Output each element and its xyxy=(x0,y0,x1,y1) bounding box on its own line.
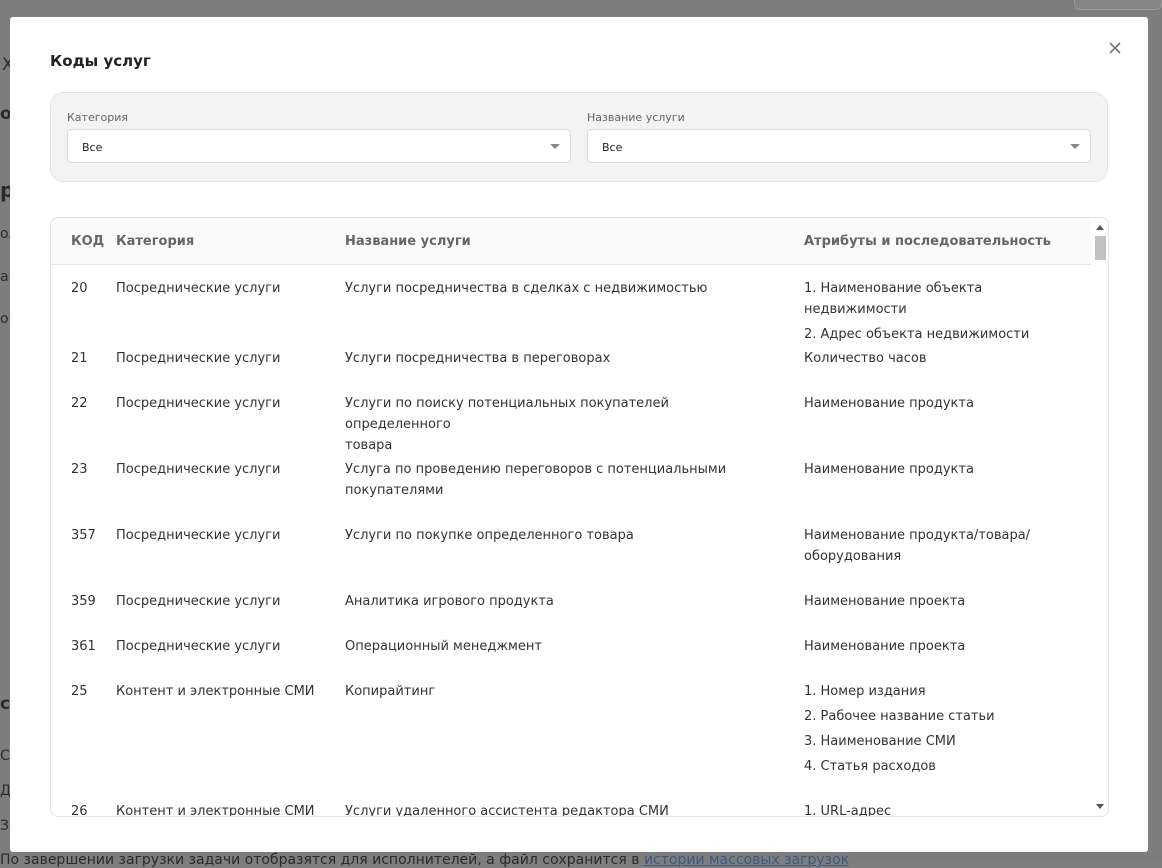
column-header-service-name[interactable]: Название услуги xyxy=(345,234,471,249)
background-footer: По завершении загрузки задачи отобразятс… xyxy=(0,852,849,868)
service-category: Контент и электронные СМИ xyxy=(116,804,315,816)
service-name-line: товара xyxy=(345,438,393,453)
service-category: Контент и электронные СМИ xyxy=(116,684,315,699)
service-name-line: покупателями xyxy=(345,483,444,498)
service-codes-table: КОД Категория Название услуги Атрибуты и… xyxy=(50,217,1109,817)
service-name-select-value: Все xyxy=(602,141,623,154)
attribute-item: оборудования xyxy=(804,549,902,564)
chevron-down-icon xyxy=(550,144,560,149)
service-name: Услуги посредничества в переговорах xyxy=(345,348,775,369)
attribute-item: 4. Статья расходов xyxy=(804,759,936,774)
scroll-up-arrow-icon[interactable] xyxy=(1096,225,1104,230)
service-attributes: Наименование продукта xyxy=(804,459,1089,480)
service-code: 22 xyxy=(71,396,88,411)
filter-panel: Категория Все Название услуги Все xyxy=(50,92,1108,182)
category-select[interactable]: Все xyxy=(67,129,571,163)
service-category: Посреднические услуги xyxy=(116,396,281,411)
service-code: 20 xyxy=(71,281,88,296)
column-header-code[interactable]: КОД xyxy=(71,234,104,249)
table-header: КОД Категория Название услуги Атрибуты и… xyxy=(51,218,1091,265)
close-button[interactable] xyxy=(1106,39,1124,57)
service-name: Услуги по поиску потенциальных покупател… xyxy=(345,393,775,456)
service-name-line: Услуги по поиску потенциальных покупател… xyxy=(345,396,669,432)
attribute-item: Наименование проекта xyxy=(804,594,966,609)
attribute-item: 2. Адрес объекта недвижимости xyxy=(804,327,1030,342)
service-code: 359 xyxy=(71,594,96,609)
attribute-item: Количество часов xyxy=(804,351,927,366)
service-name: Услуги по покупке определенного товара xyxy=(345,525,775,546)
background-footer-text: По завершении загрузки задачи отобразятс… xyxy=(0,852,644,868)
attribute-item: 1. Наименование объекта недвижимости xyxy=(804,281,983,317)
service-attributes: Наименование продукта xyxy=(804,393,1089,414)
service-attributes: Наименование продукта/товара/оборудовани… xyxy=(804,525,1089,567)
service-category: Посреднические услуги xyxy=(116,351,281,366)
service-code: 26 xyxy=(71,804,88,816)
service-name-filter-label: Название услуги xyxy=(587,111,685,124)
service-name-line: Операционный менеджмент xyxy=(345,639,542,654)
service-name-line: Услуги посредничества в сделках с недвиж… xyxy=(345,281,708,296)
modal-title: Коды услуг xyxy=(50,52,151,70)
table-scrollbar[interactable] xyxy=(1092,218,1108,816)
table-body: 20 Посреднические услуги Услуги посредниче… xyxy=(51,265,1091,816)
service-name: Операционный менеджмент xyxy=(345,636,775,657)
service-attributes: 1. Номер издания 2. Рабочее название стат… xyxy=(804,681,1089,781)
service-name-line: Услуга по проведению переговоров с потен… xyxy=(345,462,727,477)
service-category: Посреднические услуги xyxy=(116,281,281,296)
service-code: 361 xyxy=(71,639,96,654)
scroll-down-arrow-icon[interactable] xyxy=(1096,804,1104,809)
service-code: 357 xyxy=(71,528,96,543)
service-name: Услуги удаленного ассистента редактора С… xyxy=(345,801,775,816)
service-code: 25 xyxy=(71,684,88,699)
chevron-down-icon xyxy=(1070,144,1080,149)
service-name-line: Услуги по покупке определенного товара xyxy=(345,528,634,543)
service-category: Посреднические услуги xyxy=(116,594,281,609)
service-codes-modal: Коды услуг Категория Все Название услуги… xyxy=(10,17,1148,852)
service-category: Посреднические услуги xyxy=(116,462,281,477)
attribute-item: 1. URL-адрес xyxy=(804,804,892,816)
service-name: Услуга по проведению переговоров с потен… xyxy=(345,459,775,501)
attribute-item: 3. Наименование СМИ xyxy=(804,734,956,749)
background-footer-link: истории массовых загрузок xyxy=(643,852,850,868)
column-header-category[interactable]: Категория xyxy=(116,234,194,249)
service-name: Копирайтинг xyxy=(345,681,775,702)
service-name-line: Услуги посредничества в переговорах xyxy=(345,351,611,366)
attribute-item: Наименование продукта xyxy=(804,396,974,411)
column-header-attributes[interactable]: Атрибуты и последовательность xyxy=(804,234,1051,249)
attribute-item: Наименование продукта/товара/ xyxy=(804,528,1031,543)
service-code: 21 xyxy=(71,351,88,366)
service-category: Посреднические услуги xyxy=(116,639,281,654)
service-attributes: Наименование проекта xyxy=(804,636,1089,657)
service-name-line: Копирайтинг xyxy=(345,684,436,699)
service-name: Аналитика игрового продукта xyxy=(345,591,775,612)
service-category: Посреднические услуги xyxy=(116,528,281,543)
service-name-select[interactable]: Все xyxy=(587,129,1091,163)
service-attributes: Количество часов xyxy=(804,348,1089,369)
service-attributes: 1. Наименование объекта недвижимости 2. А… xyxy=(804,278,1089,349)
attribute-item: 1. Номер издания xyxy=(804,684,926,699)
close-icon xyxy=(1109,42,1121,54)
category-filter-label: Категория xyxy=(67,111,128,124)
background-text-fragment: С xyxy=(0,748,10,764)
service-attributes: 1. URL-адрес xyxy=(804,801,1089,816)
category-select-value: Все xyxy=(82,141,103,154)
service-code: 23 xyxy=(71,462,88,477)
background-widget xyxy=(1074,0,1162,10)
scrollbar-thumb[interactable] xyxy=(1095,236,1106,260)
attribute-item: Наименование продукта xyxy=(804,462,974,477)
attribute-item: 2. Рабочее название статьи xyxy=(804,709,995,724)
attribute-item: Наименование проекта xyxy=(804,639,966,654)
service-name: Услуги посредничества в сделках с недвиж… xyxy=(345,278,775,299)
service-attributes: Наименование проекта xyxy=(804,591,1089,612)
service-name-line: Аналитика игрового продукта xyxy=(345,594,554,609)
service-name-line: Услуги удаленного ассистента редактора С… xyxy=(345,804,669,816)
